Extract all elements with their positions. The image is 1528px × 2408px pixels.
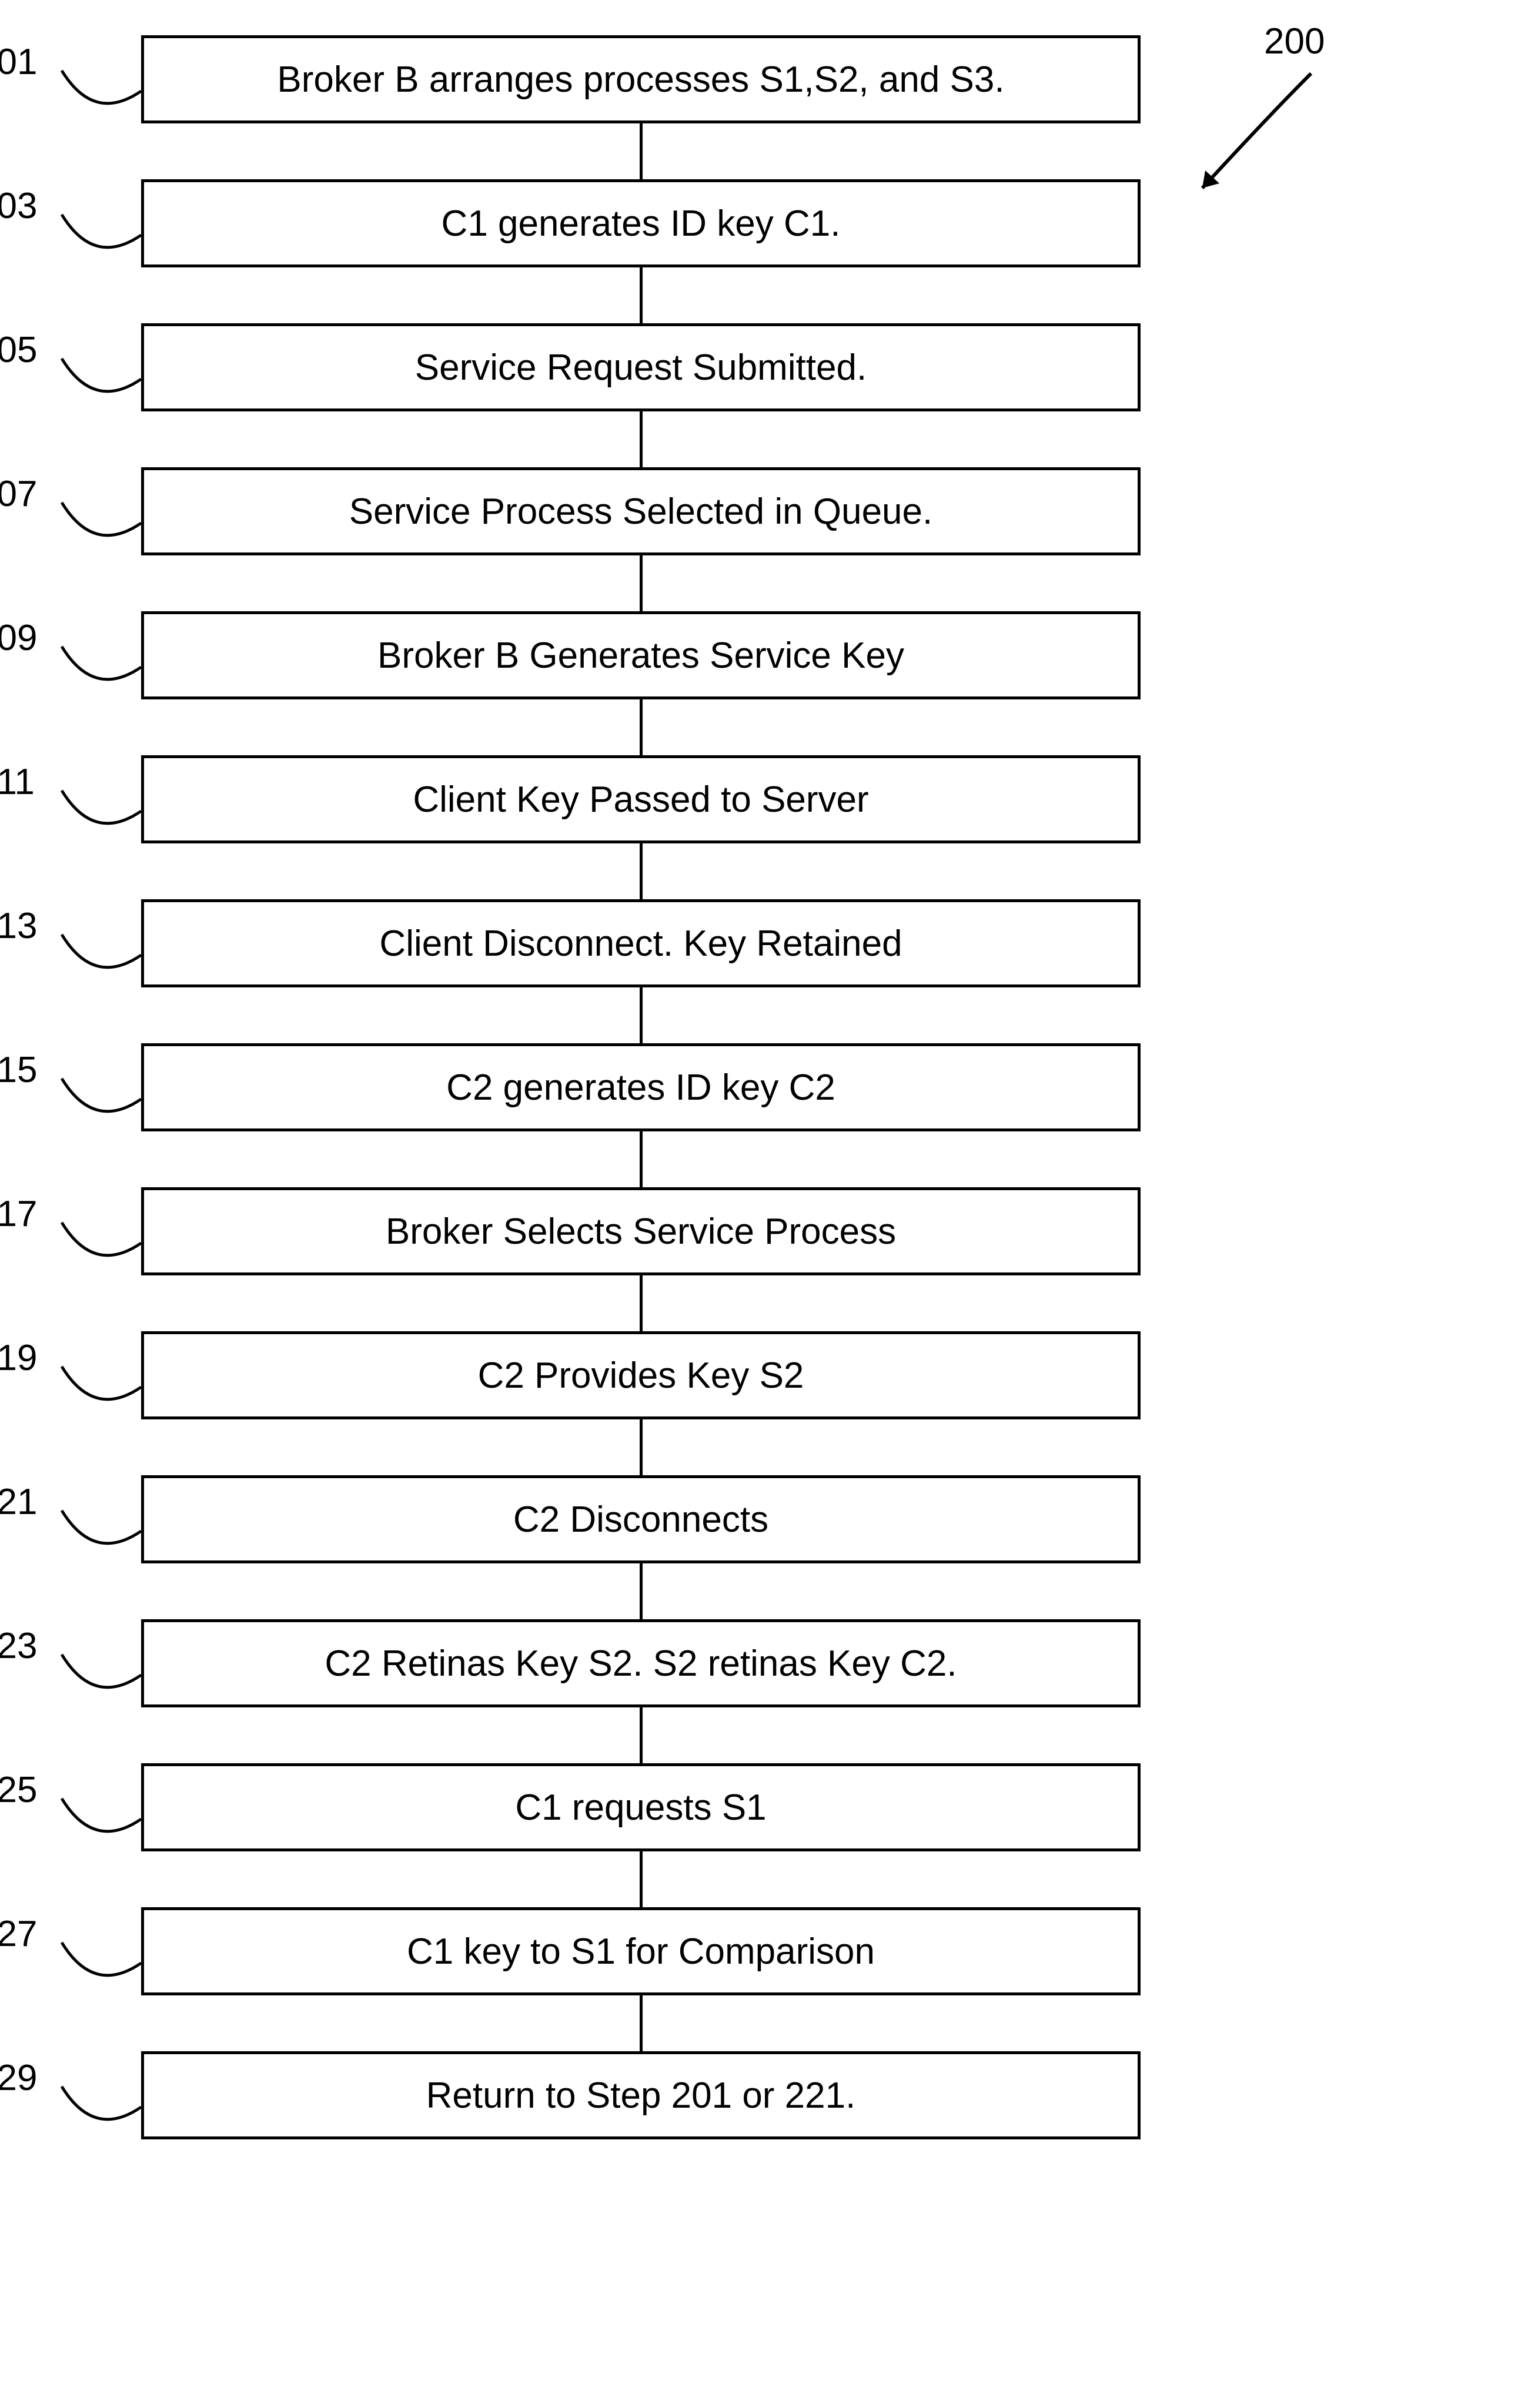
connector [640, 1275, 643, 1331]
step-number: 225 [0, 1769, 37, 1811]
step-box: Client Key Passed to Server [141, 755, 1141, 843]
step-box: Client Disconnect. Key Retained [141, 899, 1141, 987]
step-row: 227 C1 key to S1 for Comparison [141, 1907, 1141, 1995]
step-row: 213 Client Disconnect. Key Retained [141, 899, 1141, 987]
step-box: Broker Selects Service Process [141, 1187, 1141, 1275]
step-row: 207 Service Process Selected in Queue. [141, 467, 1141, 555]
label-connector-icon [59, 1652, 147, 1716]
step-number: 201 [0, 41, 37, 83]
step-box: C1 requests S1 [141, 1763, 1141, 1851]
connector [640, 699, 643, 755]
label-connector-icon [59, 2084, 147, 2148]
step-box: C1 key to S1 for Comparison [141, 1907, 1141, 1995]
step-number: 211 [0, 761, 35, 803]
step-box: Service Request Submitted. [141, 323, 1141, 411]
step-box: Broker B arranges processes S1,S2, and S… [141, 35, 1141, 123]
step-number: 213 [0, 905, 37, 947]
connector [640, 1707, 643, 1763]
label-connector-icon [59, 1076, 147, 1140]
step-box: Broker B Generates Service Key [141, 611, 1141, 699]
connector [640, 555, 643, 611]
step-number: 217 [0, 1193, 37, 1235]
label-connector-icon [59, 644, 147, 708]
label-connector-icon [59, 356, 147, 420]
connector [640, 123, 643, 179]
flowchart-container: 200 201 Broker B arranges processes S1,S… [141, 35, 1141, 2139]
step-number: 203 [0, 185, 37, 227]
label-connector-icon [59, 500, 147, 564]
connector [640, 1995, 643, 2051]
step-row: 229 Return to Step 201 or 221. [141, 2051, 1141, 2139]
step-row: 217 Broker Selects Service Process [141, 1187, 1141, 1275]
connector [640, 1131, 643, 1187]
step-box: Return to Step 201 or 221. [141, 2051, 1141, 2139]
step-row: 219 C2 Provides Key S2 [141, 1331, 1141, 1419]
label-connector-icon [59, 1796, 147, 1860]
step-number: 209 [0, 617, 37, 659]
connector [640, 1563, 643, 1619]
step-row: 215 C2 generates ID key C2 [141, 1043, 1141, 1131]
label-connector-icon [59, 1220, 147, 1284]
step-number: 207 [0, 473, 37, 515]
step-row: 223 C2 Retinas Key S2. S2 retinas Key C2… [141, 1619, 1141, 1707]
step-box: C2 Disconnects [141, 1475, 1141, 1563]
label-connector-icon [59, 1940, 147, 2004]
step-number: 221 [0, 1481, 37, 1523]
label-connector-icon [59, 788, 147, 852]
step-number: 205 [0, 329, 37, 371]
step-number: 229 [0, 2057, 37, 2099]
step-row: 201 Broker B arranges processes S1,S2, a… [141, 35, 1141, 123]
figure-number: 200 [1264, 21, 1325, 62]
step-row: 209 Broker B Generates Service Key [141, 611, 1141, 699]
label-connector-icon [59, 1364, 147, 1428]
step-box: Service Process Selected in Queue. [141, 467, 1141, 555]
connector [640, 1419, 643, 1475]
step-row: 211 Client Key Passed to Server [141, 755, 1141, 843]
step-row: 225 C1 requests S1 [141, 1763, 1141, 1851]
label-connector-icon [59, 68, 147, 132]
step-row: 221 C2 Disconnects [141, 1475, 1141, 1563]
step-box: C2 generates ID key C2 [141, 1043, 1141, 1131]
label-connector-icon [59, 1508, 147, 1572]
connector [640, 267, 643, 323]
connector [640, 843, 643, 899]
figure-arrow [1170, 68, 1323, 215]
label-connector-icon [59, 212, 147, 276]
step-box: C2 Retinas Key S2. S2 retinas Key C2. [141, 1619, 1141, 1707]
step-row: 203 C1 generates ID key C1. [141, 179, 1141, 267]
step-number: 223 [0, 1625, 37, 1667]
step-number: 215 [0, 1049, 37, 1091]
step-row: 205 Service Request Submitted. [141, 323, 1141, 411]
step-number: 227 [0, 1913, 37, 1955]
step-box: C1 generates ID key C1. [141, 179, 1141, 267]
connector [640, 411, 643, 467]
step-box: C2 Provides Key S2 [141, 1331, 1141, 1419]
step-number: 219 [0, 1337, 37, 1379]
connector [640, 1851, 643, 1907]
connector [640, 987, 643, 1043]
label-connector-icon [59, 932, 147, 996]
